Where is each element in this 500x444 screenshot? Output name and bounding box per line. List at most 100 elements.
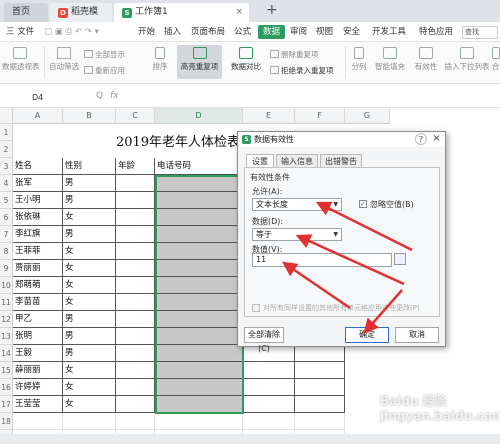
apply-all-checkbox[interactable] [252,304,260,312]
highlight-duplicates-button[interactable]: 高亮重复项 [177,45,222,79]
fx-icon[interactable]: fx [110,91,119,101]
row-header-11[interactable]: 11 [0,294,13,311]
tab-docer-templates[interactable]: D稻壳模板 [50,3,112,36]
cell-a8[interactable]: 王菲菲 [13,243,63,260]
reapply-button[interactable]: 重新应用 [84,65,125,76]
menu-data[interactable]: 数据 [258,25,286,39]
cell-b16[interactable]: 女 [63,379,116,396]
column-header-f[interactable]: F [295,108,345,124]
cell-b8[interactable]: 女 [63,243,116,260]
cell-c13[interactable] [116,328,155,345]
value-input[interactable]: 11 [252,253,392,267]
cell-c8[interactable] [116,243,155,260]
cell-c17[interactable] [116,396,155,413]
cell-b14[interactable]: 男 [63,345,116,362]
cell-a13[interactable]: 张明 [13,328,63,345]
autofilter-button[interactable]: 自动筛选 [48,47,80,72]
row-header-3[interactable]: 3 [0,158,13,175]
data-select[interactable]: 等于 ▼ [252,228,342,241]
row-header-18[interactable]: 18 [0,413,13,430]
cell-c5[interactable] [116,192,155,209]
menu-insert[interactable]: 插入 [164,22,181,42]
cell-a12[interactable]: 甲乙 [13,311,63,328]
cell-e17[interactable] [243,396,295,413]
menu-developer[interactable]: 开发工具 [372,22,406,42]
row-header-9[interactable]: 9 [0,260,13,277]
cell-a18[interactable] [13,413,63,430]
column-header-e[interactable]: E [243,108,295,124]
cell-b6[interactable]: 女 [63,209,116,226]
select-all-corner[interactable] [0,108,13,124]
name-box[interactable]: D4 [22,91,92,105]
tab-home[interactable]: 首页 [4,3,48,22]
row-header-15[interactable]: 15 [0,362,13,379]
cell-c4[interactable] [116,175,155,192]
cell-f14[interactable] [295,345,345,362]
menu-special[interactable]: 特色应用 [419,22,453,42]
cell-c18[interactable] [116,413,155,430]
cell-c11[interactable] [116,294,155,311]
tab-workbook1[interactable]: S 工作簿1 × [114,3,249,22]
ok-button[interactable]: 确定 [345,327,389,343]
cell-a3[interactable]: 姓名 [13,158,63,175]
menu-start[interactable]: 开始 [138,22,155,42]
column-header-a[interactable]: A [13,108,63,124]
row-header-6[interactable]: 6 [0,209,13,226]
row-header-2[interactable]: 2 [0,141,13,158]
menu-formula[interactable]: 公式 [234,22,251,42]
cell-d18[interactable] [155,413,243,430]
cell-b9[interactable]: 女 [63,260,116,277]
row-header-1[interactable]: 1 [0,124,13,141]
validity-button[interactable]: 有效性 [410,47,442,72]
cell-b3[interactable]: 性别 [63,158,116,175]
cell-b7[interactable]: 男 [63,226,116,243]
cell-b13[interactable]: 男 [63,328,116,345]
split-column-button[interactable]: 分列 [350,47,368,72]
cell-a14[interactable]: 王毅 [13,345,63,362]
cancel-button[interactable]: 取消 [395,327,439,343]
menu-page-layout[interactable]: 页面布局 [191,22,225,42]
cell-b15[interactable]: 女 [63,362,116,379]
cell-c7[interactable] [116,226,155,243]
pivot-table-button[interactable]: 数据透视表 [2,47,40,72]
cell-f18[interactable] [295,413,345,430]
cell-a11[interactable]: 李苗苗 [13,294,63,311]
cell-c3[interactable]: 年龄 [116,158,155,175]
cell-c15[interactable] [116,362,155,379]
clear-all-button[interactable]: 全部清除(C) [244,327,284,353]
cell-a5[interactable]: 王小明 [13,192,63,209]
tab-input-message[interactable]: 输入信息 [276,154,318,168]
cell-a16[interactable]: 许婷婷 [13,379,63,396]
cell-a9[interactable]: 贾丽丽 [13,260,63,277]
cell-b4[interactable]: 男 [63,175,116,192]
range-picker-icon[interactable] [394,253,406,265]
cell-c16[interactable] [116,379,155,396]
search-input[interactable]: 查找 [462,26,498,39]
column-header-c[interactable]: C [116,108,155,124]
reject-duplicates-button[interactable]: 拒绝录入重复项 [270,65,334,76]
cell-c9[interactable] [116,260,155,277]
cell-e18[interactable] [243,413,295,430]
row-header-5[interactable]: 5 [0,192,13,209]
row-header-8[interactable]: 8 [0,243,13,260]
cell-f15[interactable] [295,362,345,379]
cell-d3[interactable]: 电话号码 [155,158,243,175]
row-header-12[interactable]: 12 [0,311,13,328]
zoom-icon[interactable]: Q [96,91,103,101]
show-all-button[interactable]: 全部显示 [84,49,125,60]
cell-e15[interactable] [243,362,295,379]
ignore-blank-checkbox[interactable]: ✓ [359,200,367,208]
close-tab-icon[interactable]: × [235,3,243,22]
row-header-7[interactable]: 7 [0,226,13,243]
menu-view[interactable]: 视图 [316,22,333,42]
row-header-14[interactable]: 14 [0,345,13,362]
cell-a15[interactable]: 薛丽丽 [13,362,63,379]
cell-b17[interactable]: 女 [63,396,116,413]
row-header-10[interactable]: 10 [0,277,13,294]
smart-fill-button[interactable]: 智能填充 [372,47,408,72]
merge-calc-button[interactable]: 合 [491,47,500,72]
menu-security[interactable]: 安全 [343,22,360,42]
tab-settings[interactable]: 设置 [246,154,274,168]
close-icon[interactable]: × [430,133,443,145]
tab-error-alert[interactable]: 出错警告 [320,154,362,168]
